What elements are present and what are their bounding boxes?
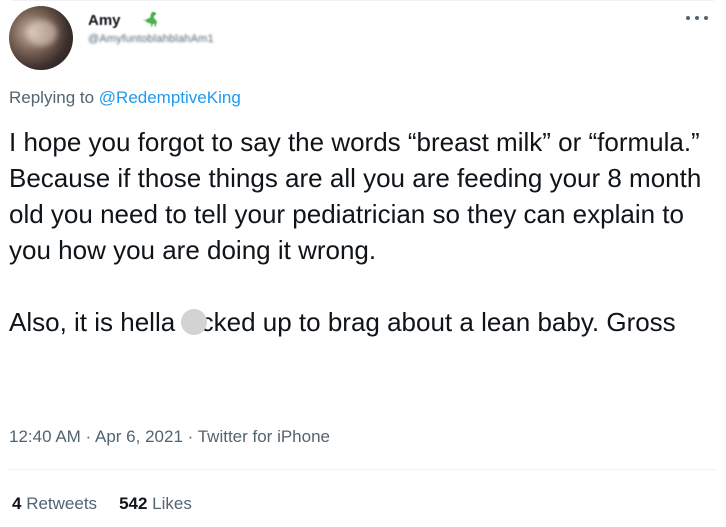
tweet-text: I hope you forgot to say the words “brea…: [9, 124, 715, 340]
dinosaur-icon: [142, 12, 157, 27]
dot-icon: [686, 16, 690, 20]
meta-separator: ·: [182, 427, 198, 446]
more-options-icon[interactable]: [686, 10, 708, 26]
tweet-paragraph-2-start: Also, it is hella f: [9, 307, 190, 337]
avatar[interactable]: [9, 6, 73, 70]
likes-stat[interactable]: 542 Likes: [119, 494, 192, 513]
retweets-label: Retweets: [21, 494, 98, 513]
stats-divider: [9, 469, 717, 470]
tweet-date[interactable]: Apr 6, 2021: [95, 427, 183, 446]
tweet-meta: 12:40 AM · Apr 6, 2021 · Twitter for iPh…: [9, 427, 330, 447]
tweet-paragraph-1: I hope you forgot to say the words “brea…: [9, 127, 709, 265]
likes-label: Likes: [147, 494, 192, 513]
likes-count: 542: [119, 494, 148, 513]
tweet-paragraph-2-end: cked up to brag about a lean baby. Gross: [200, 307, 676, 337]
dot-icon: [695, 16, 699, 20]
reply-to-link[interactable]: @RedemptiveKing: [99, 88, 241, 107]
replying-prefix: Replying to: [9, 88, 99, 107]
user-handle[interactable]: @AmyfuntoblahblahAm1: [88, 33, 214, 45]
dot-icon: [704, 16, 708, 20]
display-name[interactable]: Amy: [88, 12, 121, 29]
retweets-stat[interactable]: 4 Retweets: [12, 494, 97, 513]
tweet-stats: 4 Retweets 542 Likes: [12, 494, 214, 514]
meta-separator: ·: [80, 427, 95, 446]
top-divider: [12, 0, 714, 1]
censor-dot: [180, 309, 207, 335]
replying-to: Replying to @RedemptiveKing: [9, 88, 241, 108]
tweet-source[interactable]: Twitter for iPhone: [198, 427, 330, 446]
tweet-time[interactable]: 12:40 AM: [9, 427, 81, 446]
